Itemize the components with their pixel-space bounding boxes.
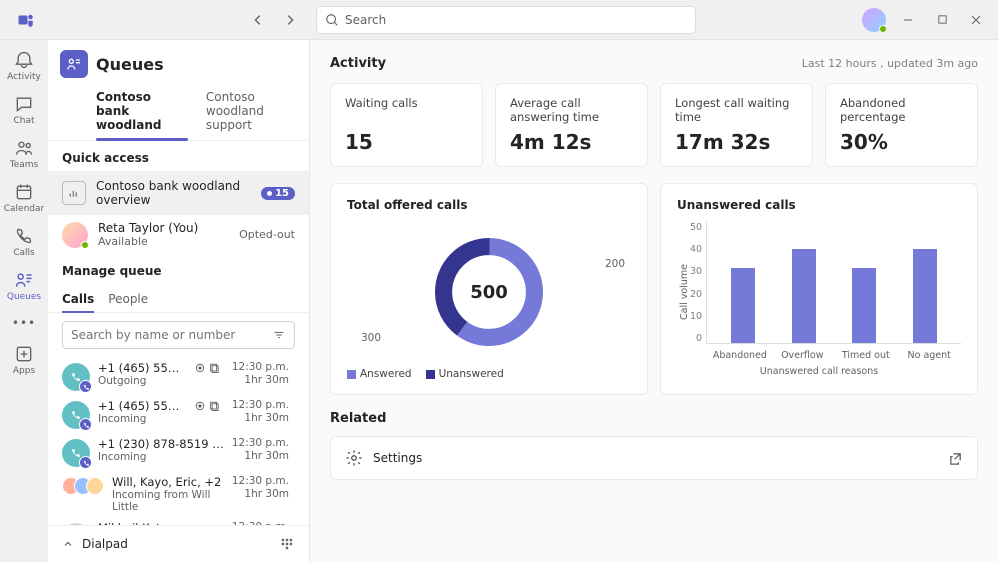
activity-heading: Activity	[330, 56, 386, 71]
search-icon	[325, 13, 339, 27]
queues-panel: Queues Contoso bank woodland Contoso woo…	[48, 40, 310, 562]
count-badge: 15	[261, 187, 295, 200]
nav-back-button[interactable]	[244, 6, 272, 34]
gear-icon	[345, 449, 363, 467]
call-search-field[interactable]	[71, 328, 266, 342]
call-sub: Incoming	[98, 451, 224, 463]
call-name: +1 (230) 878-8519 (External)	[98, 437, 224, 451]
search-placeholder: Search	[345, 13, 386, 27]
call-type-icon	[62, 439, 90, 467]
user-avatar[interactable]	[862, 8, 886, 32]
queues-app-icon	[60, 50, 88, 78]
app-rail: Activity Chat Teams Calendar Calls Queue…	[0, 40, 48, 562]
bar-card: Unanswered calls Call volume 50403020100…	[660, 183, 978, 395]
activity-timestamp: Last 12 hours , updated 3m ago	[802, 57, 978, 70]
overview-item[interactable]: Contoso bank woodland overview 15	[48, 171, 309, 215]
call-item[interactable]: Will, Kayo, Eric, +2Incoming from Will L…	[48, 471, 303, 517]
rail-calendar[interactable]: Calendar	[2, 178, 46, 218]
quick-access-label: Quick access	[48, 141, 309, 171]
call-item[interactable]: +1 (465) 551-4615 (External)Outgoing 12:3…	[48, 357, 303, 395]
tab-contoso-bank-woodland[interactable]: Contoso bank woodland	[96, 82, 188, 140]
call-time: 12:30 p.m.1hr 30m	[232, 437, 289, 463]
bar-yaxis: 50403020100	[690, 222, 706, 362]
global-search[interactable]: Search	[316, 6, 696, 34]
presence-available-icon	[81, 241, 89, 249]
group-avatars	[62, 477, 104, 495]
call-name: +1 (465) 551-4615 (External)	[98, 361, 186, 375]
related-heading: Related	[330, 411, 978, 426]
call-list: +1 (465) 551-4615 (External)Outgoing12:3…	[48, 357, 309, 525]
tab-contoso-woodland-support[interactable]: Contoso woodland support	[206, 82, 297, 140]
agent-avatar	[62, 222, 88, 248]
rail-apps[interactable]: Apps	[2, 340, 46, 380]
bar-chart: Call volume 50403020100 AbandonedOverflo…	[677, 222, 961, 362]
titlebar: Search	[0, 0, 998, 40]
window-minimize-button[interactable]	[894, 6, 922, 34]
rail-queues[interactable]: Queues	[2, 266, 46, 306]
call-search-input[interactable]	[62, 321, 295, 349]
call-time: 12:30 p.m.1hr 30m	[232, 361, 289, 387]
opt-status: Opted-out	[239, 228, 295, 241]
subtab-calls[interactable]: Calls	[62, 286, 94, 312]
call-item[interactable]: Mikhail KotovOutgoing12:30 p.m.1hr 30m	[48, 517, 303, 525]
manage-queue-label: Manage queue	[48, 254, 309, 284]
dialpad-icon	[279, 536, 295, 552]
call-item[interactable]: +1 (465) 551-4615 (External)Incoming 12:3…	[48, 395, 303, 433]
kpi-longest-wait: Longest call waiting time17m 32s	[660, 83, 813, 167]
nav-forward-button[interactable]	[276, 6, 304, 34]
rail-chat[interactable]: Chat	[2, 90, 46, 130]
call-sub: Incoming from Will Little	[112, 489, 224, 513]
call-type-icon	[62, 363, 90, 391]
related-settings[interactable]: Settings	[330, 436, 978, 480]
rail-activity[interactable]: Activity	[2, 46, 46, 86]
queues-title: Queues	[96, 55, 164, 74]
queue-tabs: Contoso bank woodland Contoso woodland s…	[48, 82, 309, 141]
bar	[731, 268, 755, 343]
call-item[interactable]: +1 (230) 878-8519 (External)Incoming 12:3…	[48, 433, 303, 471]
bar	[852, 268, 876, 343]
dialpad-toggle[interactable]: Dialpad	[48, 525, 309, 562]
open-external-icon	[948, 451, 963, 466]
filter-icon[interactable]	[272, 328, 286, 342]
window-maximize-button[interactable]	[928, 6, 956, 34]
agent-name: Reta Taylor (You)	[98, 221, 198, 235]
donut-legend: Answered Unanswered	[347, 368, 631, 380]
call-meta-icons	[194, 361, 220, 375]
call-time: 12:30 p.m.1hr 30m	[232, 475, 289, 501]
call-sub: Outgoing	[98, 375, 186, 387]
call-time: 12:30 p.m.1hr 30m	[232, 399, 289, 425]
rail-calls[interactable]: Calls	[2, 222, 46, 262]
kpi-abandoned-pct: Abandoned percentage30%	[825, 83, 978, 167]
chevron-up-icon	[62, 538, 74, 550]
rail-teams[interactable]: Teams	[2, 134, 46, 174]
call-type-icon	[62, 401, 90, 429]
chart-icon	[62, 181, 86, 205]
donut-card: Total offered calls 500 200 300 Answered…	[330, 183, 648, 395]
bar-xlabels: AbandonedOverflowTimed outNo agent	[707, 350, 961, 361]
call-sub: Incoming	[98, 413, 186, 425]
rail-more[interactable]: •••	[6, 310, 42, 336]
call-meta-icons	[194, 399, 220, 413]
donut-center-value: 500	[470, 282, 508, 303]
call-name: Will, Kayo, Eric, +2	[112, 475, 224, 489]
kpi-row: Waiting calls15 Average call answering t…	[330, 83, 978, 167]
donut-label-1: 200	[605, 258, 625, 270]
bar	[792, 249, 816, 343]
window-close-button[interactable]	[962, 6, 990, 34]
agent-status: Available	[98, 235, 198, 248]
bar	[913, 249, 937, 343]
subtab-people[interactable]: People	[108, 286, 148, 312]
main-content: Activity Last 12 hours , updated 3m ago …	[310, 40, 998, 562]
kpi-avg-answering: Average call answering time4m 12s	[495, 83, 648, 167]
kpi-waiting-calls: Waiting calls15	[330, 83, 483, 167]
teams-logo	[14, 8, 38, 32]
donut-label-2: 300	[361, 332, 381, 344]
agent-self-item[interactable]: Reta Taylor (You) Available Opted-out	[48, 215, 309, 254]
bar-plot: AbandonedOverflowTimed outNo agent	[706, 222, 961, 344]
presence-available-icon	[879, 25, 887, 33]
call-name: +1 (465) 551-4615 (External)	[98, 399, 186, 413]
